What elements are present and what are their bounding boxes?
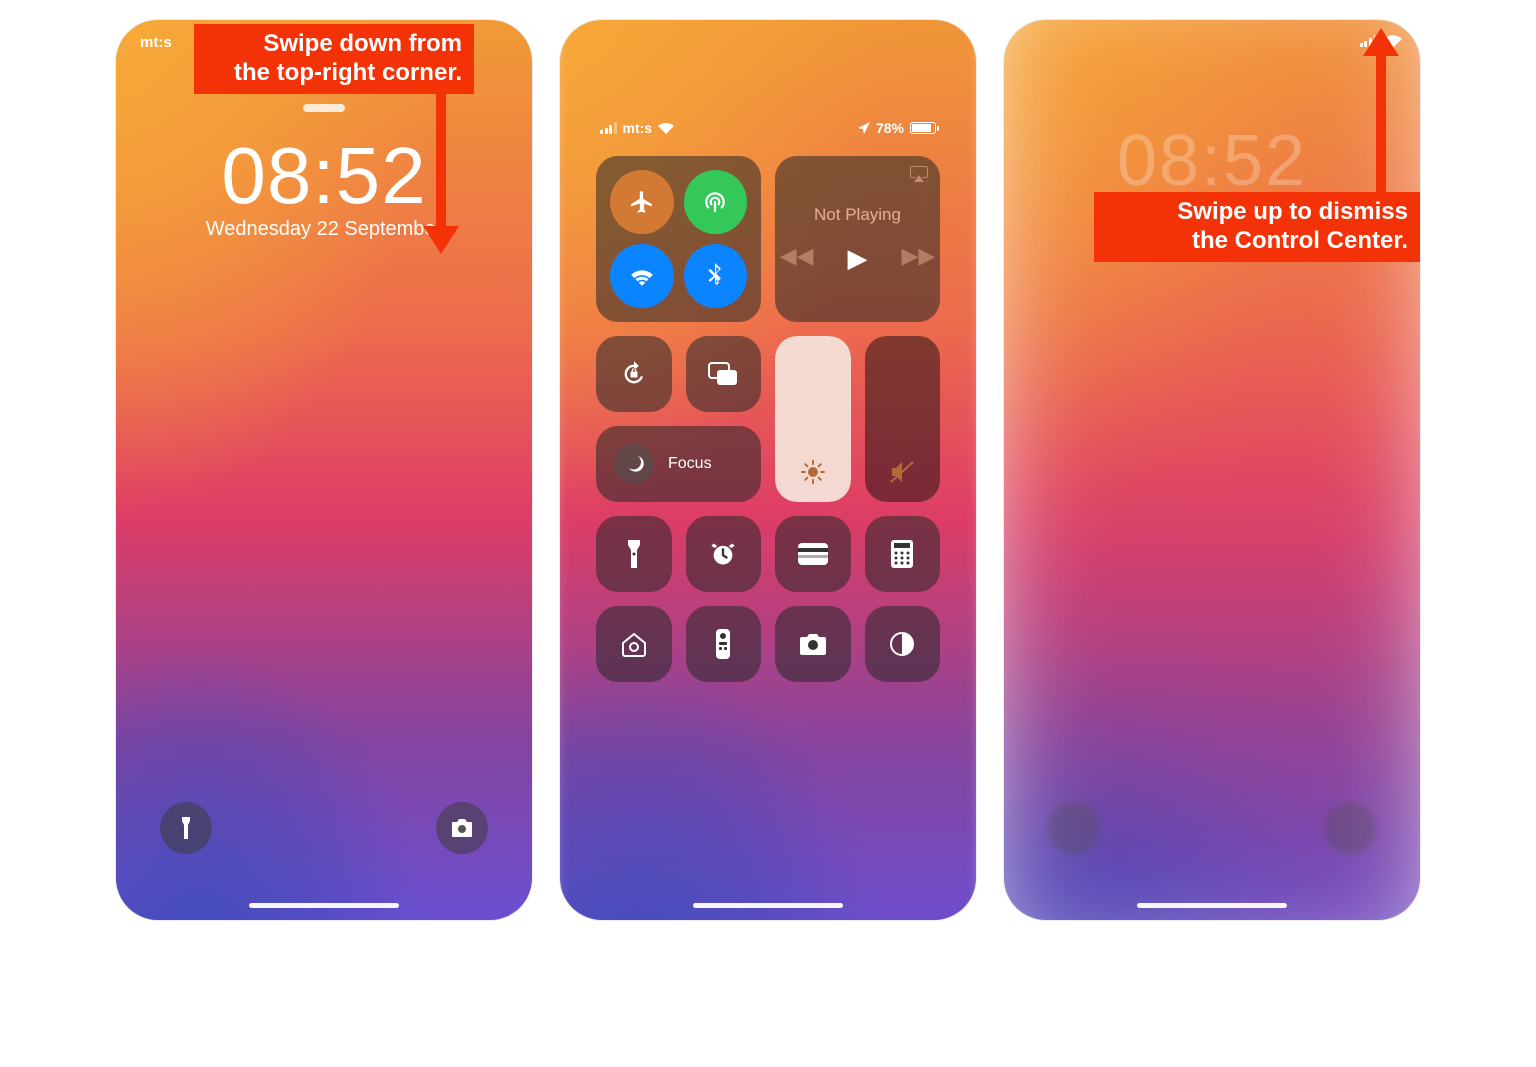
battery-percent: 78% (876, 120, 904, 136)
arrow-down-icon (436, 90, 446, 230)
cellular-data-toggle[interactable] (684, 170, 748, 234)
media-card[interactable]: Not Playing ◀◀ ▶ ▶▶ (775, 156, 940, 322)
camera-shortcut[interactable] (775, 606, 851, 682)
arrow-up-head-icon (1363, 28, 1399, 56)
blurred-time: 08:52 (1004, 120, 1420, 202)
flashlight-icon (625, 540, 643, 568)
orientation-lock-icon (620, 360, 648, 388)
antenna-icon (702, 189, 728, 215)
airplay-icon[interactable] (910, 166, 928, 182)
moon-icon (614, 444, 654, 484)
focus-label: Focus (668, 455, 712, 473)
signal-icon (600, 122, 617, 134)
arrow-down-head-icon (423, 226, 459, 254)
remote-icon (716, 629, 730, 659)
timer-shortcut[interactable] (686, 516, 762, 592)
control-center-grid: Not Playing ◀◀ ▶ ▶▶ (596, 156, 940, 682)
camera-button-blurred (1324, 802, 1376, 854)
location-icon (858, 122, 870, 134)
lock-handle[interactable] (303, 104, 345, 112)
wallet-icon (798, 543, 828, 565)
battery-icon (910, 122, 936, 134)
arrow-up-icon (1376, 52, 1386, 192)
lock-clock: 08:52 Wednesday 22 September (116, 130, 532, 241)
focus-button[interactable]: Focus (596, 426, 761, 502)
media-controls: ◀◀ ▶ ▶▶ (780, 243, 936, 274)
panel-control-center: mt:s 78% (560, 20, 976, 920)
panel-lockscreen: mt:s 08:52 Wednesday 22 September Swipe … (116, 20, 532, 920)
instruction-callout: Swipe down from the top-right corner. (194, 24, 474, 94)
media-track-label: Not Playing (814, 205, 901, 225)
lock-date: Wednesday 22 September (116, 218, 532, 241)
home-indicator[interactable] (249, 903, 399, 908)
dark-mode-shortcut[interactable] (865, 606, 941, 682)
camera-icon (450, 818, 474, 838)
carrier-label: mt:s (623, 120, 653, 136)
volume-mute-icon (889, 460, 915, 484)
home-shortcut[interactable] (596, 606, 672, 682)
play-button[interactable]: ▶ (848, 243, 868, 274)
bluetooth-icon (707, 263, 723, 289)
bluetooth-toggle[interactable] (684, 244, 748, 308)
calculator-icon (891, 540, 913, 568)
screen-mirroring-icon (708, 362, 738, 386)
cc-status-bar: mt:s 78% (560, 120, 976, 136)
flashlight-button-blurred (1048, 802, 1100, 854)
orientation-lock-toggle[interactable] (596, 336, 672, 412)
camera-button[interactable] (436, 802, 488, 854)
flashlight-icon (176, 817, 196, 839)
airplane-mode-toggle[interactable] (610, 170, 674, 234)
wifi-icon (658, 122, 674, 134)
connectivity-card (596, 156, 761, 322)
forward-button[interactable]: ▶▶ (902, 243, 936, 274)
brightness-slider[interactable] (775, 336, 851, 502)
home-indicator[interactable] (1137, 903, 1287, 908)
camera-icon (798, 632, 828, 656)
remote-shortcut[interactable] (686, 606, 762, 682)
carrier-label: mt:s (140, 34, 172, 51)
screen-mirroring-button[interactable] (686, 336, 762, 412)
flashlight-button[interactable] (160, 802, 212, 854)
dark-mode-icon (889, 631, 915, 657)
wifi-icon (629, 266, 655, 286)
home-indicator[interactable] (693, 903, 843, 908)
volume-slider[interactable] (865, 336, 941, 502)
lock-time: 08:52 (116, 130, 532, 222)
alarm-icon (709, 540, 737, 568)
panel-dismiss: 08:52 Swipe up to dismiss the Control Ce… (1004, 20, 1420, 920)
airplane-icon (629, 189, 655, 215)
calculator-shortcut[interactable] (865, 516, 941, 592)
instruction-callout: Swipe up to dismiss the Control Center. (1094, 192, 1420, 262)
flashlight-shortcut[interactable] (596, 516, 672, 592)
wifi-toggle[interactable] (610, 244, 674, 308)
rewind-button[interactable]: ◀◀ (780, 243, 814, 274)
sun-icon (801, 460, 825, 484)
wallet-shortcut[interactable] (775, 516, 851, 592)
home-icon (620, 631, 648, 657)
